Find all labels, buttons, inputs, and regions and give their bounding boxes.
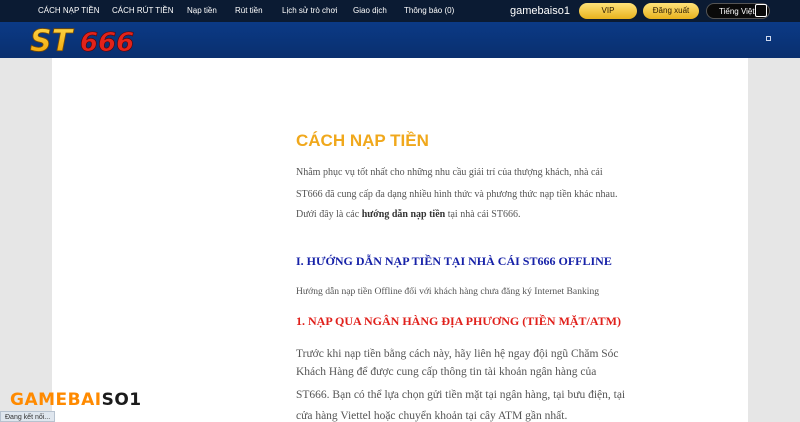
subsection-1-line-4: cửa hàng Viettel hoặc chuyển khoản tại c… bbox=[296, 410, 568, 422]
page-title: CÁCH NẠP TIỀN bbox=[296, 131, 429, 150]
nav-item-notifications[interactable]: Thông báo (0) bbox=[404, 0, 454, 22]
logout-button[interactable]: Đăng xuất bbox=[643, 3, 699, 19]
nav-item-deposit-guide[interactable]: CÁCH NẠP TIỀN bbox=[38, 0, 100, 22]
nav-item-game-history[interactable]: Lịch sử trò chơi bbox=[282, 0, 338, 22]
subsection-1-line-2: Khách Hàng để được cung cấp thông tin tà… bbox=[296, 366, 597, 378]
intro-line-1: Nhằm phục vụ tốt nhất cho những nhu cầu … bbox=[296, 167, 603, 178]
watermark-part-1: GAMEBAI bbox=[10, 390, 102, 410]
top-navigation: CÁCH NẠP TIỀN CÁCH RÚT TIỀN Nạp tiền Rút… bbox=[0, 0, 800, 22]
gamebaiso1-watermark: GAMEBAISO1 bbox=[10, 390, 142, 410]
menu-icon[interactable] bbox=[766, 36, 771, 41]
nav-item-transactions[interactable]: Giao dịch bbox=[353, 0, 387, 22]
intro-text-start: Dưới đây là các bbox=[296, 209, 362, 220]
logo-st: ST bbox=[30, 24, 75, 58]
section-1-heading: I. HƯỚNG DẪN NẠP TIỀN TẠI NHÀ CÁI ST666 … bbox=[296, 254, 612, 268]
intro-bold-link[interactable]: hướng dẫn nạp tiền bbox=[362, 209, 446, 220]
intro-line-3: Dưới đây là các hướng dẫn nạp tiền tại n… bbox=[296, 205, 638, 224]
nav-item-deposit[interactable]: Nạp tiền bbox=[187, 0, 217, 22]
subsection-1-heading: 1. NẠP QUA NGÂN HÀNG ĐỊA PHƯƠNG (TIỀN MẶ… bbox=[296, 314, 621, 328]
intro-line-2: ST666 đã cung cấp đa dạng nhiều hình thứ… bbox=[296, 189, 618, 200]
browser-status-bar: Đang kết nối... bbox=[0, 411, 56, 422]
close-icon[interactable] bbox=[755, 4, 767, 17]
nav-item-withdraw[interactable]: Rút tiền bbox=[235, 0, 263, 22]
intro-text-end: tại nhà cái ST666. bbox=[445, 209, 521, 220]
watermark-part-2: SO1 bbox=[101, 390, 142, 410]
vip-button[interactable]: VIP bbox=[579, 3, 637, 19]
section-1-text: Hướng dẫn nạp tiền Offline đối với khách… bbox=[296, 286, 600, 297]
logo-666: 666 bbox=[80, 28, 134, 58]
nav-item-withdraw-guide[interactable]: CÁCH RÚT TIỀN bbox=[112, 0, 174, 22]
st666-logo[interactable]: ST 666 bbox=[28, 24, 143, 58]
username: gamebaiso1 bbox=[510, 5, 570, 17]
